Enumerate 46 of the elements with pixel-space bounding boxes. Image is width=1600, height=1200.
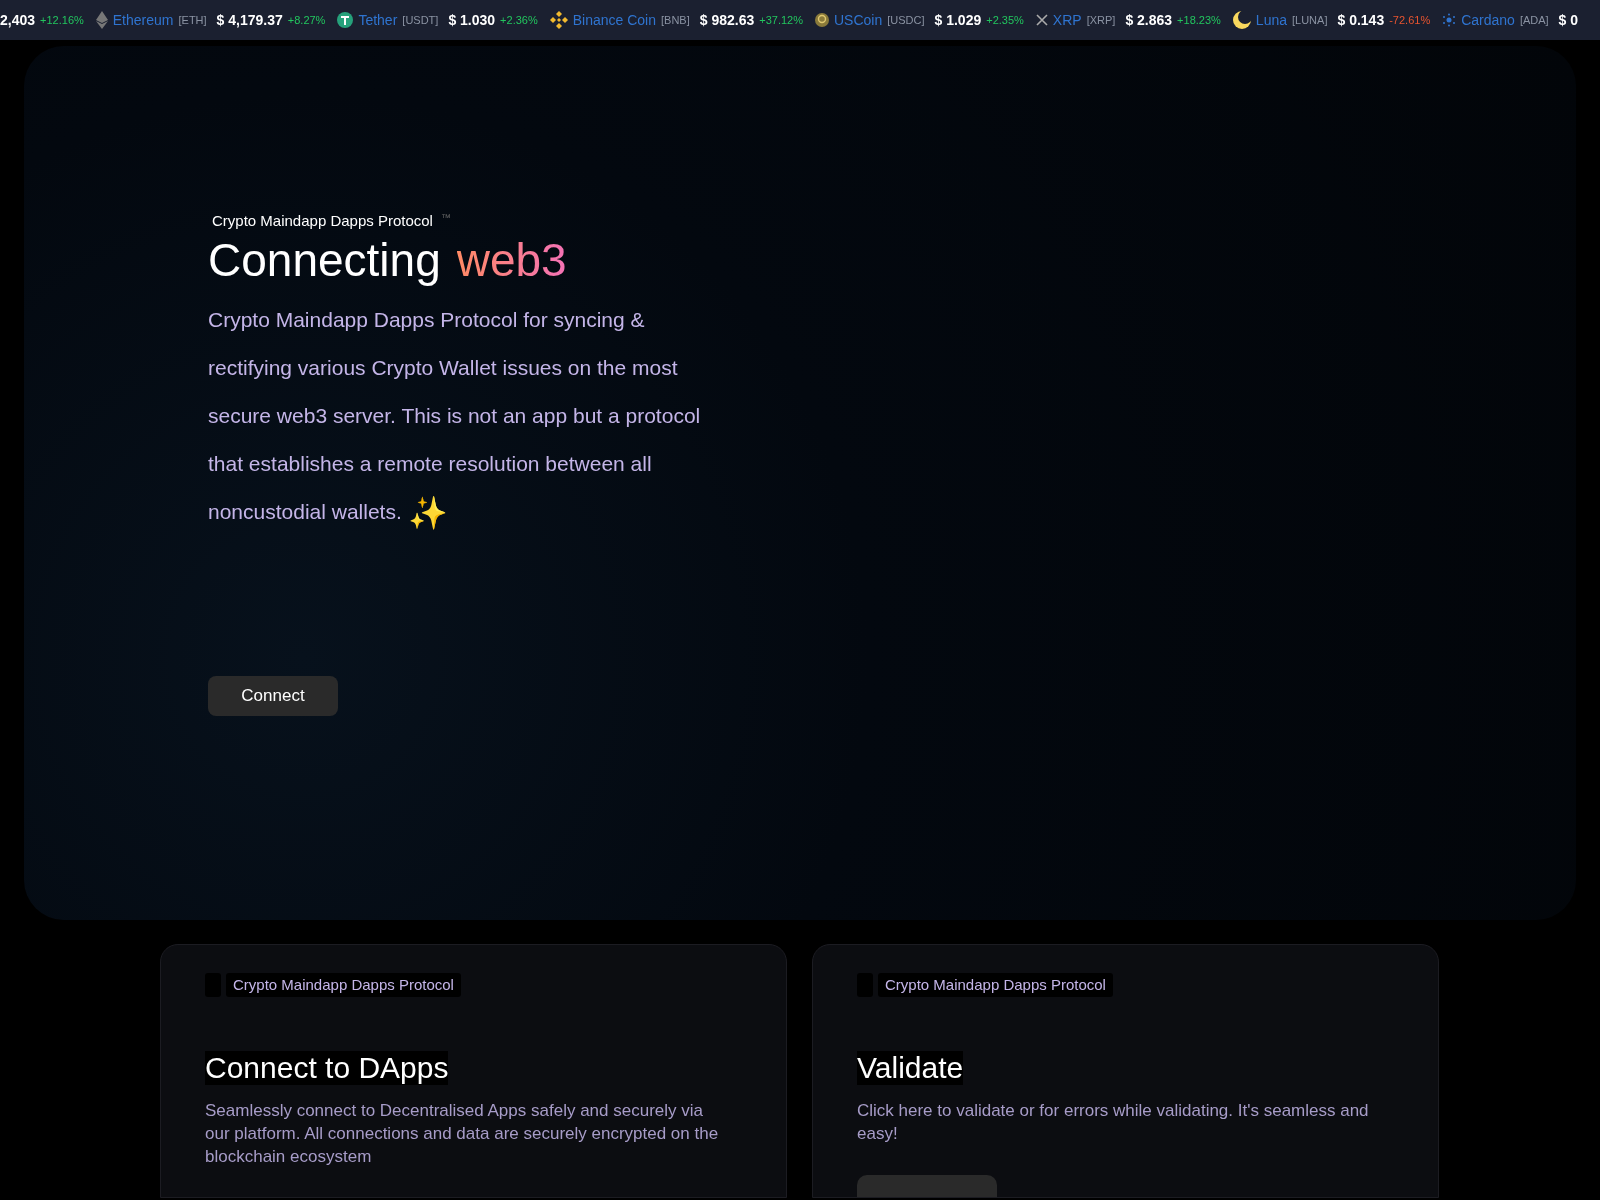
coin-name[interactable]: Ethereum <box>112 12 174 28</box>
card-description: Seamlessly connect to Decentralised Apps safely and securely via our platform. All connections and data are securely encrypted on the blockchain ecosystem <box>205 1100 720 1168</box>
hero-title: Connecting <box>208 233 441 288</box>
coin-price: $ 4,179.37 <box>216 12 283 28</box>
connect-button[interactable]: Connect <box>208 675 338 716</box>
diamond-icon <box>549 11 568 29</box>
coin-symbol: [ETH] <box>178 14 207 26</box>
coin-symbol: [XRP] <box>1086 14 1116 26</box>
price-change: +12.16% <box>40 14 84 26</box>
price-change: +2.36% <box>500 14 538 26</box>
price-change: +2.35% <box>986 14 1024 26</box>
coin-name[interactable]: Cardano <box>1461 12 1515 28</box>
coin-price: $ 0.143 <box>1337 12 1385 28</box>
coin-name[interactable]: Luna <box>1255 12 1287 28</box>
coin-price: 2,403 <box>0 12 36 28</box>
coin-symbol: [BNB] <box>661 14 690 26</box>
card-description: Click here to validate or for errors while validating. It's seamless and easy! <box>857 1100 1370 1145</box>
coin-price: $ 1.029 <box>934 12 982 28</box>
coin-icon <box>337 12 354 28</box>
price-change: -72.61% <box>1389 14 1431 26</box>
coin-name[interactable]: Tether <box>358 12 398 28</box>
card-title: Validate <box>857 1051 964 1085</box>
card-title: Connect to DApps <box>205 1051 449 1085</box>
coin-symbol: [USDT] <box>402 14 439 26</box>
coin-symbol: [LUNA] <box>1292 14 1328 26</box>
coin-name[interactable]: Binance Coin <box>572 12 656 28</box>
card-badge: Crypto Maindapp Dapps Protocol <box>878 973 1113 997</box>
brand-label: Crypto Maindapp Dapps Protocol <box>212 212 433 229</box>
price-change: +37.12% <box>759 14 803 26</box>
card-badge: Crypto Maindapp Dapps Protocol <box>226 973 461 997</box>
coin-icon <box>815 13 829 27</box>
coin-price: $ 1.030 <box>448 12 496 28</box>
crescent-icon <box>1232 11 1251 29</box>
coin-symbol: [USDC] <box>887 14 925 26</box>
dots-icon <box>1442 13 1457 27</box>
cross-icon <box>1035 14 1048 26</box>
coin-name[interactable]: USCoin <box>834 12 883 28</box>
coin-price: $ 982.63 <box>699 12 755 28</box>
trademark-sign: ™ <box>440 212 451 223</box>
price-change: +18.23% <box>1177 14 1221 26</box>
price-change: +8.27% <box>287 14 326 26</box>
coin-price: $ 2.863 <box>1125 12 1173 28</box>
diamond-icon <box>95 11 108 29</box>
coin-symbol: [ADA] <box>1519 14 1549 26</box>
coin-price: $ 0 <box>1558 12 1579 28</box>
coin-name[interactable]: XRP <box>1052 12 1082 28</box>
